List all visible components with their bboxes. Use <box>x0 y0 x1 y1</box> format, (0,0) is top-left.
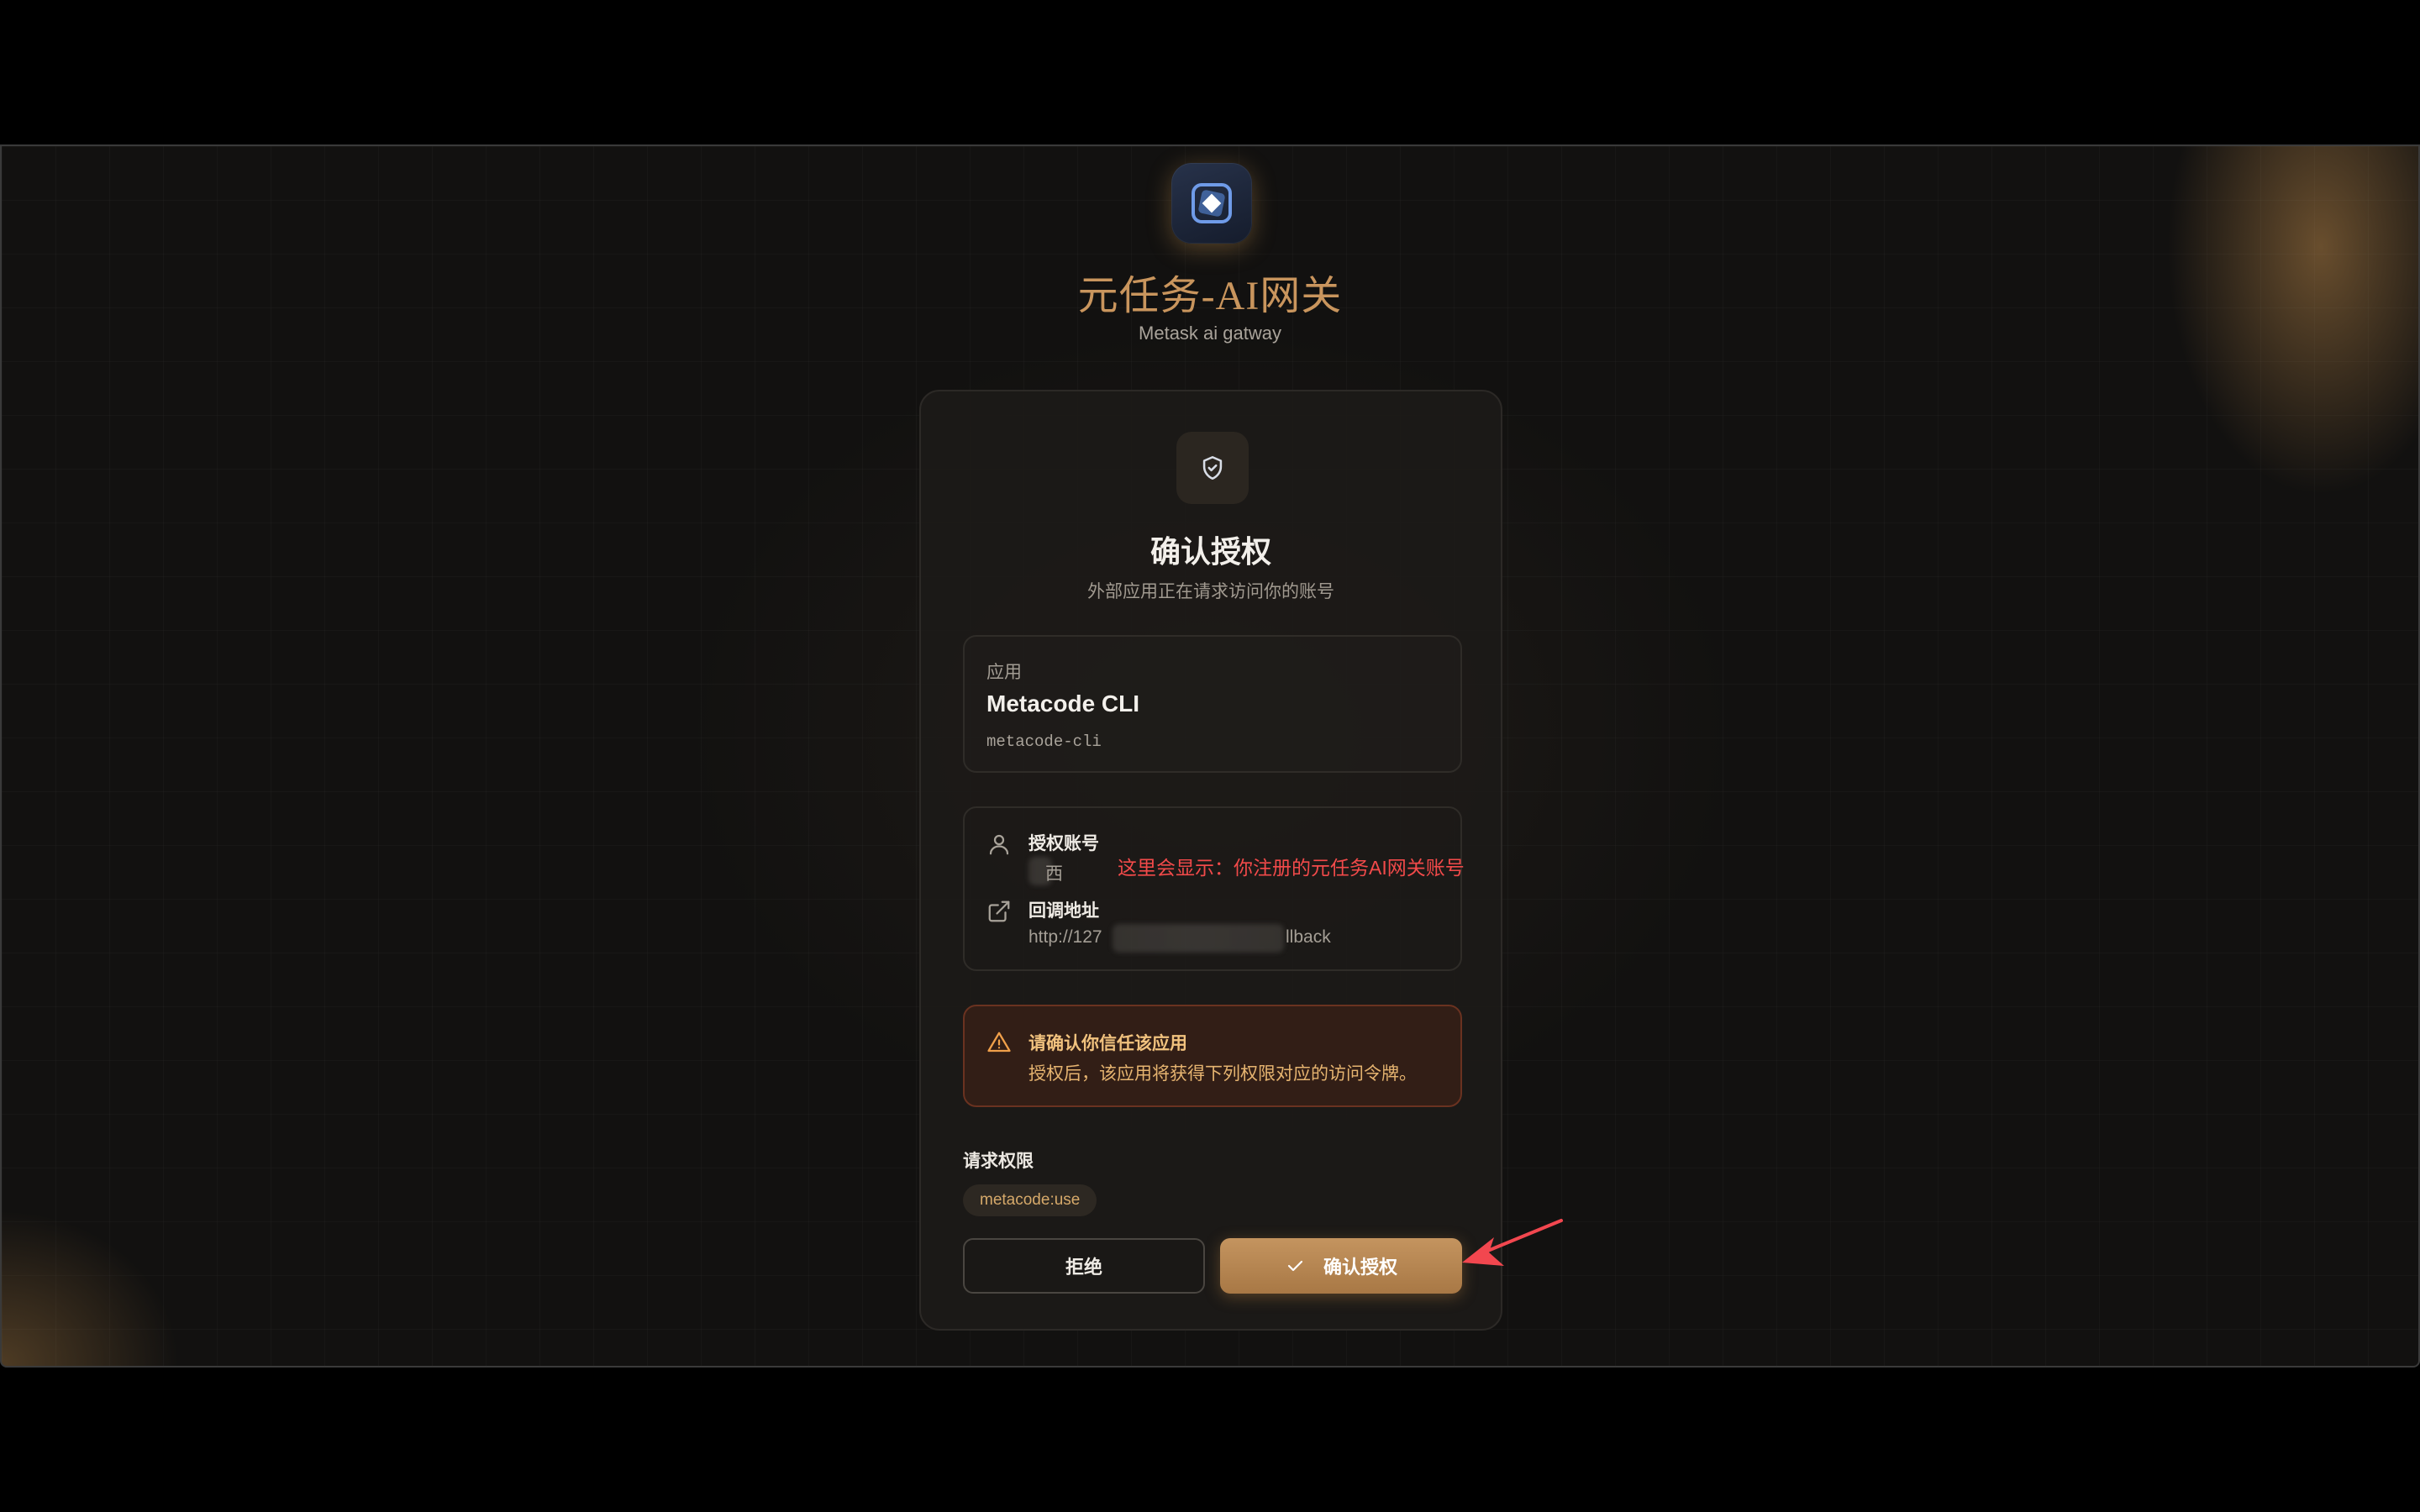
warning-triangle-icon <box>987 1032 1011 1053</box>
app-id: metacode-cli <box>986 732 1102 751</box>
app-label: 应用 <box>986 663 1022 682</box>
user-icon <box>989 834 1009 855</box>
warning-text: 授权后，该应用将获得下列权限对应的访问令牌。 <box>1028 1064 1417 1084</box>
confirm-authorize-button[interactable]: 确认授权 <box>1220 1238 1462 1294</box>
deny-button-label: 拒绝 <box>1065 1257 1102 1278</box>
confirm-button-label: 确认授权 <box>1323 1257 1397 1278</box>
brand-subtitle: Metask ai gatway <box>1139 323 1281 344</box>
shield-badge <box>1176 432 1249 504</box>
card-subtitle: 外部应用正在请求访问你的账号 <box>1087 582 1334 601</box>
browser-viewport: 元任务-AI网关 Metask ai gatway 确认授权 外部应用正在请求访… <box>0 144 2420 1368</box>
brand-title: 元任务-AI网关 <box>1077 274 1343 318</box>
warning-title: 请确认你信任该应用 <box>1028 1034 1187 1053</box>
external-link-icon <box>988 900 1010 922</box>
account-callback-box: 授权账号 西 回调地址 http://127 llback <box>963 806 1462 971</box>
app-info-box: 应用 Metacode CLI metacode-cli <box>963 635 1462 773</box>
account-value: 西 <box>1045 864 1063 884</box>
annotation-arrow-icon <box>1462 1219 1563 1266</box>
permission-chip: metacode:use <box>963 1184 1097 1216</box>
trust-warning-box: 请确认你信任该应用 授权后，该应用将获得下列权限对应的访问令牌。 <box>963 1005 1462 1107</box>
shield-check-icon <box>1202 455 1223 480</box>
card-title: 确认授权 <box>1150 534 1271 569</box>
account-label: 授权账号 <box>1028 834 1099 853</box>
check-icon <box>1287 1260 1303 1272</box>
permissions-label: 请求权限 <box>963 1152 1034 1171</box>
callback-value-blur <box>1113 924 1284 953</box>
deny-button[interactable]: 拒绝 <box>963 1238 1205 1294</box>
brand-logo <box>1171 163 1252 244</box>
annotation-note: 这里会显示：你注册的元任务AI网关账号 <box>1118 857 1465 879</box>
callback-value-suffix: llback <box>1286 927 1331 947</box>
callback-label: 回调地址 <box>1028 901 1099 921</box>
diamond-cube-icon <box>1192 183 1232 223</box>
callback-value-prefix: http://127 <box>1028 927 1102 947</box>
app-name: Metacode CLI <box>986 690 1140 717</box>
